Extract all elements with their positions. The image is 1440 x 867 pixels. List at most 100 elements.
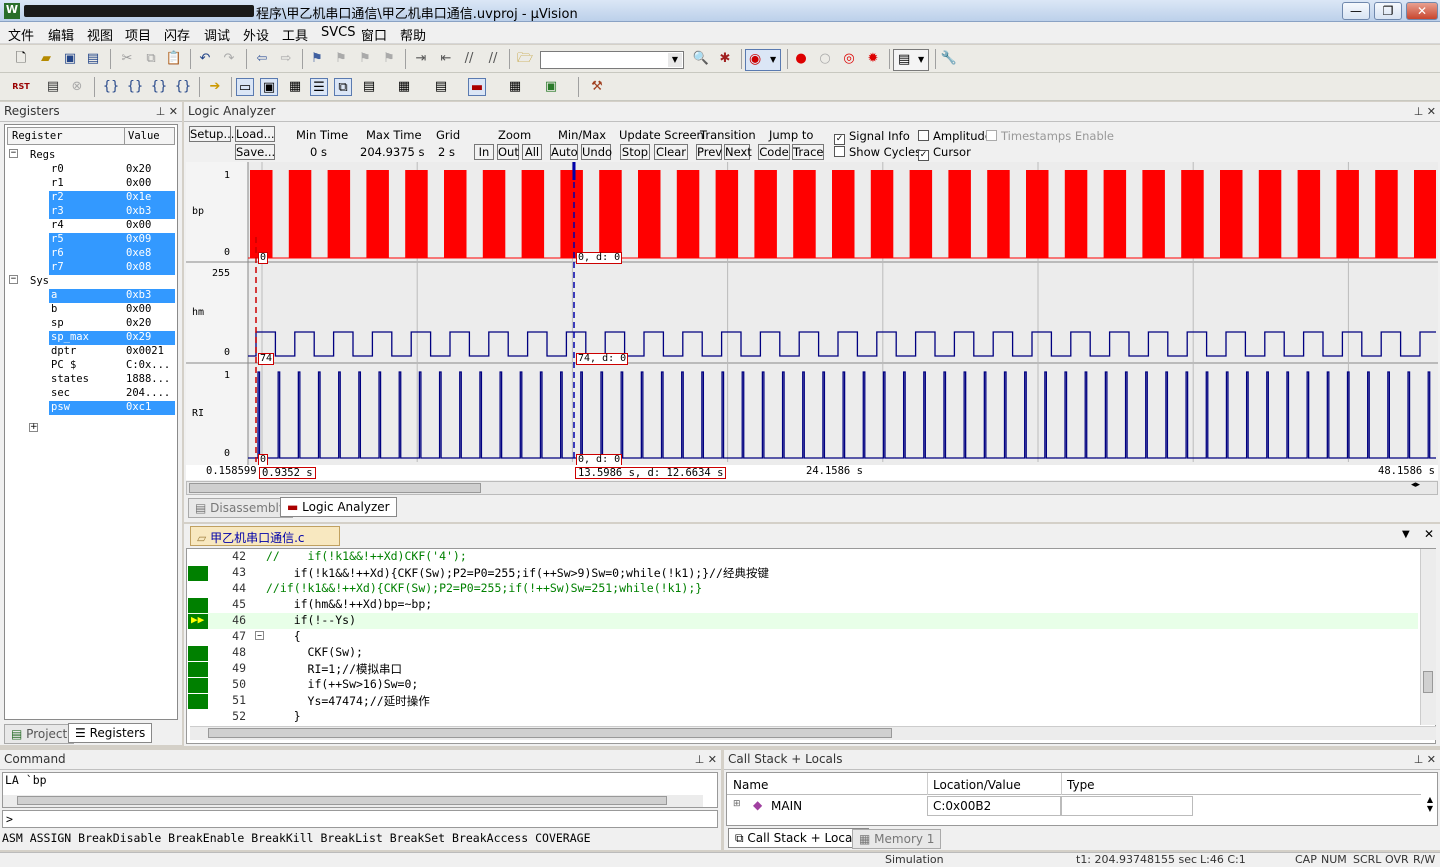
register-row-sec[interactable]: sec 204.... (49, 387, 175, 401)
tree-group-regs[interactable]: − Regs (5, 149, 175, 163)
register-row-r1[interactable]: r1 0x00 (49, 177, 175, 191)
stop-button[interactable]: Stop (620, 144, 650, 160)
cut-icon[interactable]: ✂ (118, 50, 136, 68)
menu-debug[interactable]: 调试 (204, 25, 230, 44)
command-window-icon[interactable]: ▭ (236, 78, 254, 96)
expand-psw-icon[interactable]: + (29, 423, 38, 432)
bookmark-next-icon[interactable]: ⚑ (356, 50, 374, 68)
incremental-find-icon[interactable]: ✱ (716, 50, 734, 68)
code-line[interactable]: 52 } (188, 709, 1418, 725)
minimize-button[interactable]: — (1342, 2, 1370, 20)
register-row-r0[interactable]: r0 0x20 (49, 163, 175, 177)
tab-project[interactable]: ▤ Project (4, 724, 75, 744)
auto-button[interactable]: Auto (550, 144, 578, 160)
code-line[interactable]: ▶▶ 46 if(!--Ys) (188, 613, 1418, 629)
show-next-statement-icon[interactable]: ➔ (206, 78, 224, 96)
code-line[interactable]: 43 if(!k1&&!++Xd){CKF(Sw);P2=P0=255;if(+… (188, 565, 1418, 581)
callstack-vscroll[interactable]: ▲ ▼ (1423, 795, 1437, 825)
save-button[interactable]: Save... (235, 144, 275, 160)
editor-close-icon[interactable]: ✕ (1424, 527, 1434, 541)
toolbox-icon[interactable]: ⚒ (588, 78, 606, 96)
bookmark-icon[interactable]: ⚑ (308, 50, 326, 68)
code-line[interactable]: 48 CKF(Sw); (188, 645, 1418, 661)
menu-view[interactable]: 视图 (87, 25, 113, 44)
menu-file[interactable]: 文件 (8, 25, 34, 44)
menu-window[interactable]: 窗口 (361, 25, 387, 44)
find-in-files-icon[interactable]: 🗁 (516, 50, 534, 68)
pin-close-icon[interactable]: ⊥ ✕ (695, 753, 717, 766)
menu-svcs[interactable]: SVCS (321, 25, 355, 40)
step-into-icon[interactable]: {} (102, 78, 120, 96)
zoom-out-button[interactable]: Out (497, 144, 519, 160)
watch-window-icon[interactable]: ▤ (360, 78, 378, 96)
register-row-r3[interactable]: r3 0xb3 (49, 205, 175, 219)
menu-project[interactable]: 项目 (125, 25, 151, 44)
register-row-a[interactable]: a 0xb3 (49, 289, 175, 303)
tab-callstack[interactable]: ⧉ Call Stack + Locals (728, 828, 869, 848)
register-row-sp-max[interactable]: sp_max 0x29 (49, 331, 175, 345)
cursor-checkbox[interactable]: ✓ Cursor (918, 145, 971, 161)
trace-window-icon[interactable]: ▦ (506, 78, 524, 96)
code-line[interactable]: 47 {− (188, 629, 1418, 645)
bp-signal-name[interactable]: bp (192, 206, 204, 217)
waveform-canvas[interactable] (186, 162, 1438, 480)
register-row-r2[interactable]: r2 0x1e (49, 191, 175, 205)
command-input[interactable]: > (2, 810, 718, 828)
tree-group-sys[interactable]: − Sys (5, 275, 175, 289)
find-icon[interactable]: 🔍 (692, 50, 710, 68)
system-viewer-icon[interactable]: ▣ (542, 78, 560, 96)
show-cycles-checkbox[interactable]: Show Cycles (834, 145, 921, 159)
pin-close-icon[interactable]: ⊥ ✕ (1414, 753, 1436, 766)
nav-back-icon[interactable]: ⇦ (253, 50, 271, 68)
trace-button[interactable]: Trace (792, 144, 824, 160)
menu-flash[interactable]: 闪存 (164, 25, 190, 44)
signal-info-checkbox[interactable]: ✓ Signal Info (834, 129, 910, 145)
tab-memory1[interactable]: ▦ Memory 1 (852, 829, 942, 849)
save-icon[interactable]: ▣ (61, 50, 79, 68)
code-line[interactable]: 49 RI=1;//模拟串口 (188, 661, 1418, 677)
timestamps-checkbox[interactable]: Timestamps Enable (986, 129, 1114, 143)
run-icon[interactable]: ▤ (44, 78, 62, 96)
code-line[interactable]: 51 Ys=47474;//延时操作 (188, 693, 1418, 709)
breakpoint-disable-all-icon[interactable]: ◎ (840, 50, 858, 68)
next-button[interactable]: Next (724, 144, 752, 160)
window-layout-button[interactable]: ▤ ▼ (893, 49, 929, 71)
editor-vscroll[interactable] (1420, 549, 1436, 725)
disassembly-window-icon[interactable]: ▣ (260, 78, 278, 96)
nav-forward-icon[interactable]: ⇨ (277, 50, 295, 68)
bookmark-clear-icon[interactable]: ⚑ (380, 50, 398, 68)
symbols-window-icon[interactable]: ▦ (286, 78, 304, 96)
clear-button[interactable]: Clear (654, 144, 688, 160)
code-button[interactable]: Code (758, 144, 790, 160)
register-row-sp[interactable]: sp 0x20 (49, 317, 175, 331)
register-row-r6[interactable]: r6 0xe8 (49, 247, 175, 261)
stop-icon[interactable]: ⊗ (68, 78, 86, 96)
debug-session-button[interactable]: ◉ ▼ (745, 49, 781, 71)
ri-signal-name[interactable]: RI (192, 408, 204, 419)
breakpoint-kill-all-icon[interactable]: ✹ (864, 50, 882, 68)
serial-window-icon[interactable]: ▤ (432, 78, 450, 96)
indent-icon[interactable]: ⇥ (412, 50, 430, 68)
code-line[interactable]: 50 if(++Sw>16)Sw=0; (188, 677, 1418, 693)
editor-hscroll[interactable] (190, 726, 1436, 740)
zoom-in-button[interactable]: In (474, 144, 494, 160)
unindent-icon[interactable]: ⇤ (437, 50, 455, 68)
find-combo[interactable]: ▼ (540, 51, 684, 69)
pin-close-icon[interactable]: ⊥ ✕ (1414, 105, 1436, 118)
open-folder-icon[interactable]: ▰ (37, 50, 55, 68)
run-to-cursor-icon[interactable]: {} (174, 78, 192, 96)
register-row-r5[interactable]: r5 0x09 (49, 233, 175, 247)
zoom-all-button[interactable]: All (522, 144, 542, 160)
redo-icon[interactable]: ↷ (220, 50, 238, 68)
comment-icon[interactable]: // (460, 50, 478, 68)
register-row-b[interactable]: b 0x00 (49, 303, 175, 317)
save-all-icon[interactable]: ▤ (84, 50, 102, 68)
analysis-window-icon[interactable]: ▬ (468, 78, 486, 96)
step-over-icon[interactable]: {} (126, 78, 144, 96)
copy-icon[interactable]: ⧉ (142, 50, 160, 68)
register-row-r7[interactable]: r7 0x08 (49, 261, 175, 275)
undo-button[interactable]: Undo (581, 144, 612, 160)
new-file-icon[interactable]: 🗋 (12, 50, 30, 68)
code-line[interactable]: 42// if(!k1&&!++Xd)CKF('4'); (188, 549, 1418, 565)
menu-edit[interactable]: 编辑 (48, 25, 74, 44)
